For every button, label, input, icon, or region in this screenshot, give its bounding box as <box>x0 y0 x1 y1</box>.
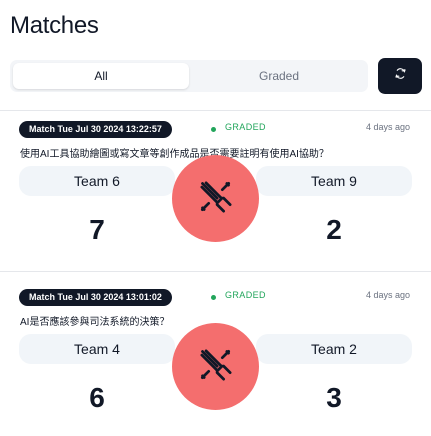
match-question: 使用AI工具協助繪圖或寫文章等創作成品是否需要註明有使用AI協助？ <box>20 149 329 160</box>
score-left: 6 <box>89 382 105 413</box>
swords-icon <box>196 345 235 389</box>
graded-status: GRADED <box>225 290 266 300</box>
graded-status-dot <box>211 295 216 300</box>
team-left[interactable]: Team 6 <box>19 166 175 196</box>
match-time-ago: 4 days ago <box>365 122 410 132</box>
match-date-badge: Match Tue Jul 30 2024 13:22:57 <box>19 121 172 138</box>
score-right: 3 <box>326 382 342 413</box>
match-question: AI是否應該參與司法系統的決策？ <box>20 317 170 328</box>
matches-page: Matches All Graded Match Tue Jul 30 2024… <box>0 0 431 436</box>
match-time-ago: 4 days ago <box>365 290 410 300</box>
refresh-button[interactable] <box>378 58 422 94</box>
team-right[interactable]: Team 2 <box>256 334 412 364</box>
page-title: Matches <box>10 12 99 39</box>
graded-status: GRADED <box>225 122 266 132</box>
tab-all[interactable]: All <box>13 63 189 89</box>
tab-graded[interactable]: Graded <box>191 63 367 89</box>
score-left: 7 <box>89 214 105 245</box>
score-right: 2 <box>326 214 342 245</box>
match-card[interactable]: Match Tue Jul 30 2024 13:01:02 GRADED 4 … <box>0 281 431 436</box>
refresh-icon <box>394 67 407 85</box>
team-right[interactable]: Team 9 <box>256 166 412 196</box>
card-divider <box>0 271 431 272</box>
versus-badge <box>172 323 259 410</box>
team-left[interactable]: Team 4 <box>19 334 175 364</box>
match-card[interactable]: Match Tue Jul 30 2024 13:22:57 GRADED 4 … <box>0 113 431 268</box>
versus-badge <box>172 155 259 242</box>
match-filter-tabs: All Graded <box>10 60 368 92</box>
swords-icon <box>196 177 235 221</box>
graded-status-dot <box>211 127 216 132</box>
match-date-badge: Match Tue Jul 30 2024 13:01:02 <box>19 289 172 306</box>
card-divider <box>0 110 431 111</box>
